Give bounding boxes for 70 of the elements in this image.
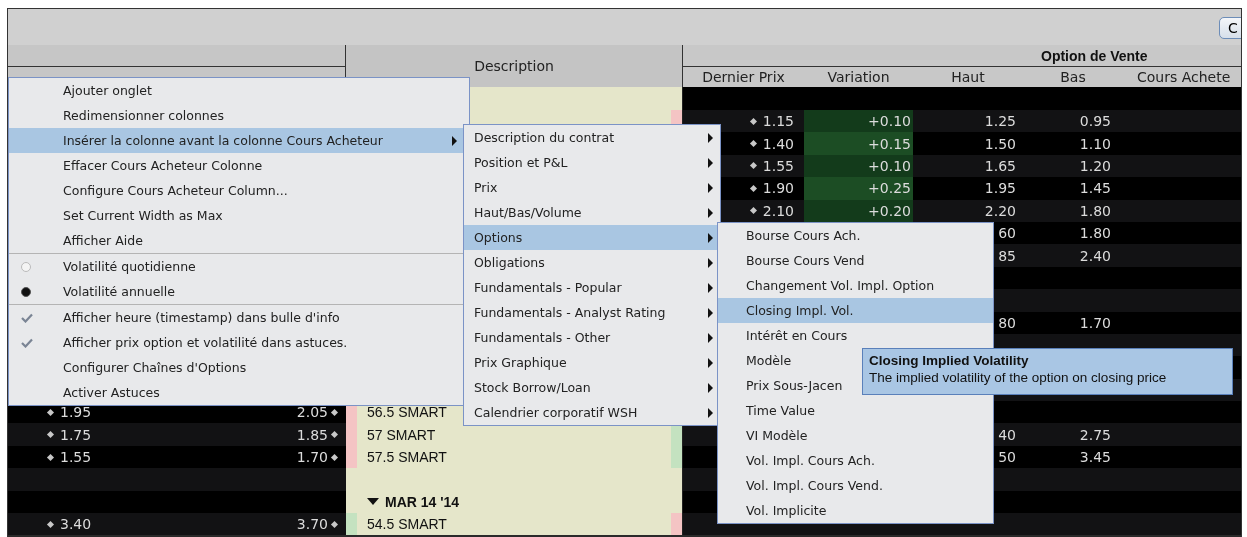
low-price: 1.10: [1079, 135, 1111, 152]
contract-description: 54.5 SMART: [367, 516, 447, 533]
high-price: 1.65: [984, 157, 1016, 174]
low-price: 1.45: [1079, 180, 1111, 197]
low-price: 3.45: [1079, 449, 1111, 466]
contract-description: 56.5 SMART: [367, 404, 447, 421]
bid-price: 1.55: [60, 449, 92, 466]
menu-item[interactable]: Prix: [464, 175, 720, 200]
ask-price: 1.70: [296, 449, 328, 466]
contract-description: 57.5 SMART: [367, 449, 447, 466]
tooltip-title: Closing Implied Volatility: [869, 353, 1030, 368]
ask-price: 1.85: [296, 426, 328, 443]
high-price: 80: [998, 314, 1016, 331]
menu-item[interactable]: Closing Impl. Vol.: [718, 298, 993, 323]
menu-item[interactable]: Options: [464, 225, 720, 250]
last-price: 1.90: [762, 180, 794, 197]
last-price: 1.15: [762, 113, 794, 130]
tooltip-text: The implied volatility of the option on closing price: [869, 370, 1168, 385]
column-header[interactable]: Variation: [804, 69, 913, 85]
menu-item[interactable]: Haut/Bas/Volume: [464, 200, 720, 225]
low-price: 0.95: [1079, 113, 1111, 130]
low-price: 2.40: [1079, 247, 1111, 264]
change-cell: +0.15: [804, 132, 913, 155]
menu-item[interactable]: VI Modèle: [718, 423, 993, 448]
change-cell: +0.10: [804, 110, 913, 133]
column-group-header: Option de Vente: [1041, 47, 1148, 64]
high-price: 1.50: [984, 135, 1016, 152]
last-price: 1.40: [762, 135, 794, 152]
bid-price: 3.40: [60, 516, 92, 533]
last-price: 2.10: [762, 202, 794, 219]
expiry-group-label: MAR 14 '14: [385, 493, 460, 510]
change-cell: +0.20: [804, 199, 913, 222]
menu-item[interactable]: Bourse Cours Ach.: [718, 223, 993, 248]
menu-item[interactable]: Intérêt en Cours: [718, 323, 993, 348]
high-price: 2.20: [984, 202, 1016, 219]
menu-item[interactable]: Changement Vol. Impl. Option: [718, 273, 993, 298]
column-header[interactable]: Cours Achete: [1123, 69, 1241, 85]
high-price: 50: [998, 449, 1016, 466]
high-price: 40: [998, 426, 1016, 443]
menu-item[interactable]: Vol. Impl. Cours Vend.: [718, 473, 993, 498]
high-price: 60: [998, 225, 1016, 242]
ask-price: 3.70: [296, 516, 328, 533]
menu-item[interactable]: Vol. Impl. Cours Ach.: [718, 448, 993, 473]
expand-triangle-icon[interactable]: [367, 498, 379, 506]
column-header[interactable]: Description: [474, 58, 554, 74]
high-price: 85: [998, 247, 1016, 264]
menu-item[interactable]: Redimensionner colonnes: [9, 103, 469, 128]
ask-price: 2.05: [296, 404, 328, 421]
contract-description: 57 SMART: [367, 426, 436, 443]
change-cell: +0.10: [804, 154, 913, 178]
low-price: 1.80: [1079, 202, 1111, 219]
menu-item[interactable]: Bourse Cours Vend: [718, 248, 993, 273]
menu-item[interactable]: Vol. Implicite: [718, 498, 993, 523]
low-price: 1.20: [1079, 157, 1111, 174]
bid-price: 1.95: [60, 404, 92, 421]
last-price: 1.55: [762, 157, 794, 174]
low-price: 2.75: [1079, 426, 1111, 443]
low-price: 1.80: [1079, 225, 1111, 242]
column-header[interactable]: Dernier Prix: [683, 69, 804, 85]
column-header[interactable]: Haut: [913, 69, 1023, 85]
low-price: 1.70: [1079, 314, 1111, 331]
bid-price: 1.75: [60, 426, 92, 443]
high-price: 1.95: [984, 180, 1016, 197]
menu-item[interactable]: Position et P&L: [464, 150, 720, 175]
menu-item[interactable]: Time Value: [718, 398, 993, 423]
menu-item[interactable]: Ajouter onglet: [9, 78, 469, 103]
toolbar-button[interactable]: C: [1219, 17, 1241, 39]
high-price: 1.25: [984, 113, 1016, 130]
change-cell: +0.25: [804, 177, 913, 200]
column-header[interactable]: Bas: [1023, 69, 1123, 85]
